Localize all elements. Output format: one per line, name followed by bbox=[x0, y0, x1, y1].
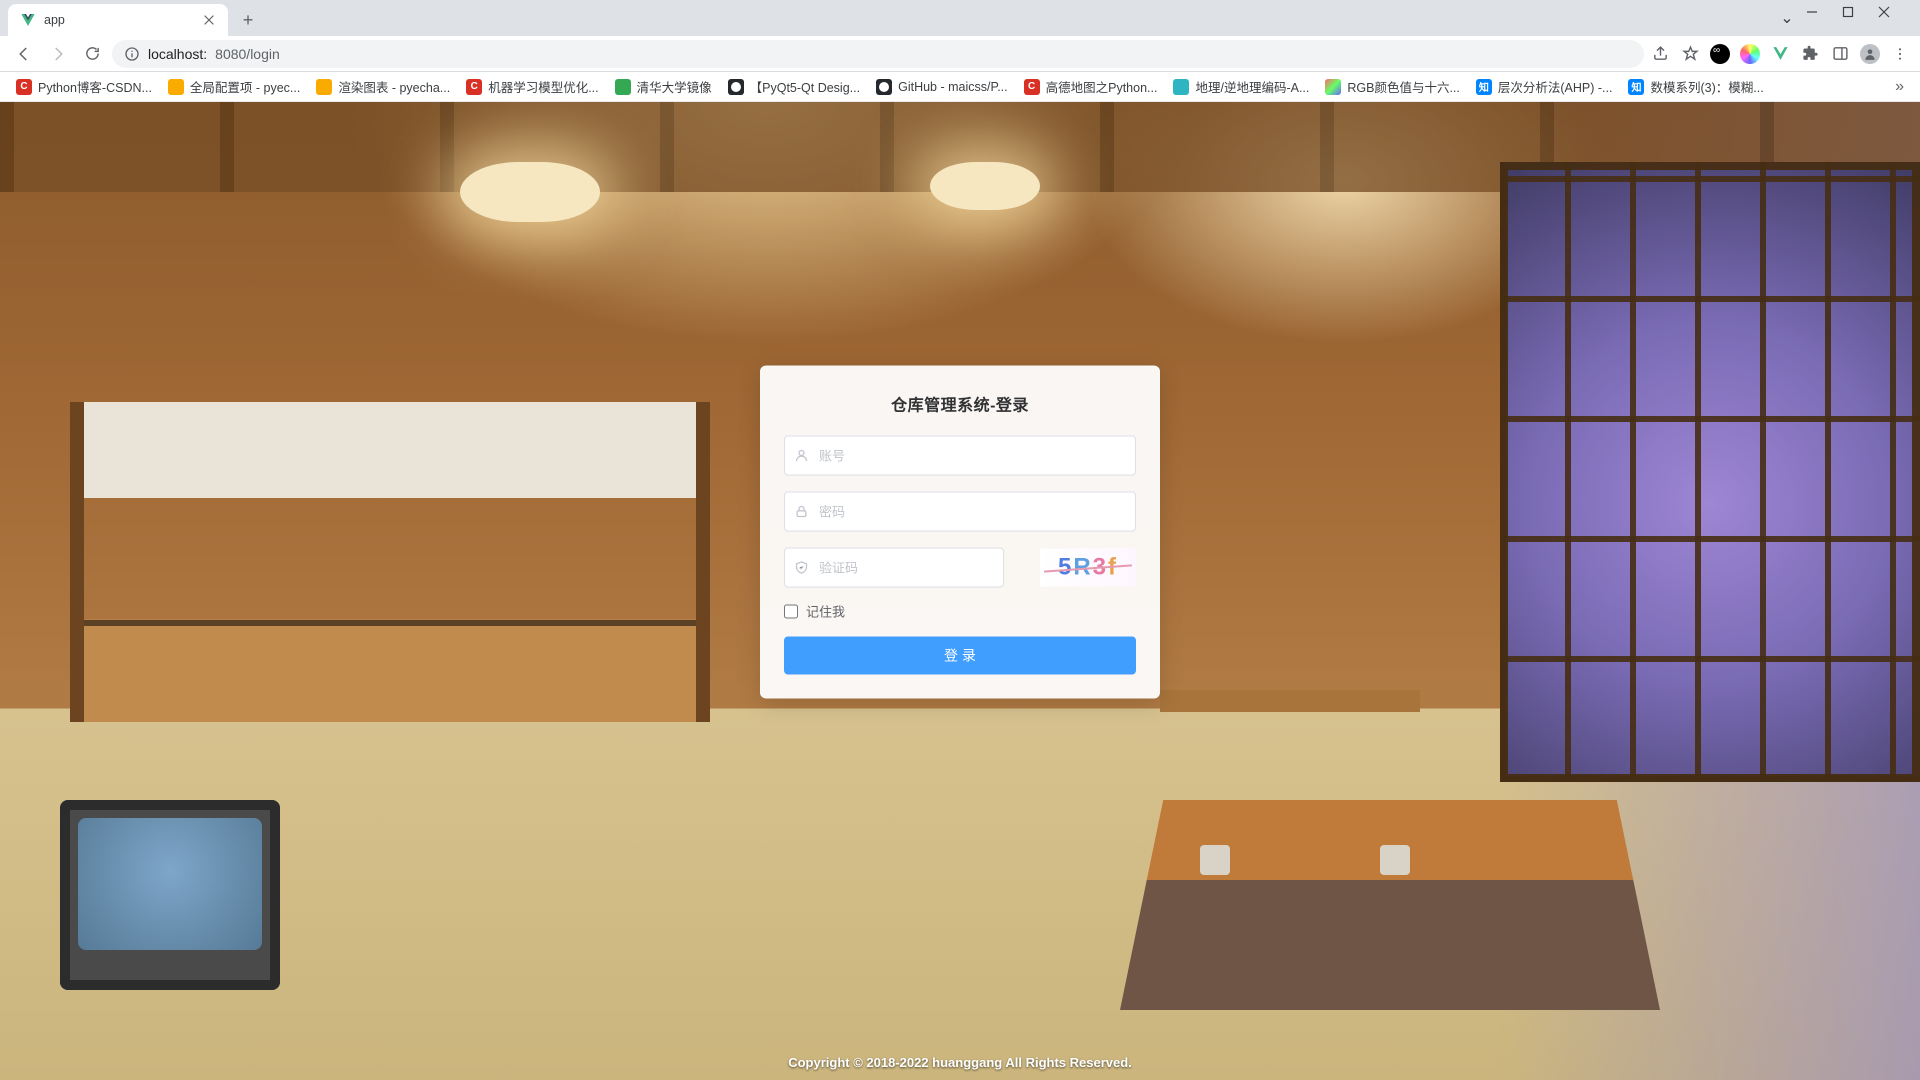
footer-copyright: Copyright © 2018-2022 huanggang All Righ… bbox=[0, 1055, 1920, 1070]
bookmark-favicon-icon: C bbox=[466, 79, 482, 95]
maximize-icon[interactable] bbox=[1842, 6, 1876, 30]
close-tab-icon[interactable] bbox=[202, 13, 216, 27]
bookmark-star-icon[interactable] bbox=[1680, 44, 1700, 64]
bookmark-label: 地理/逆地理编码-A... bbox=[1195, 77, 1309, 96]
bookmark-item[interactable]: 清华大学镜像 bbox=[609, 73, 718, 100]
extensions-icon[interactable] bbox=[1800, 44, 1820, 64]
bookmark-label: 机器学习模型优化... bbox=[488, 77, 598, 96]
bookmark-item[interactable]: 地理/逆地理编码-A... bbox=[1167, 73, 1315, 100]
share-icon[interactable] bbox=[1650, 44, 1670, 64]
side-panel-icon[interactable] bbox=[1830, 44, 1850, 64]
remember-me-label: 记住我 bbox=[806, 602, 845, 621]
bookmark-favicon-icon bbox=[168, 79, 184, 95]
bookmark-bar: C Python博客-CSDN... 全局配置项 - pyec... 渲染图表 - p… bbox=[0, 72, 1920, 102]
remember-me-checkbox[interactable] bbox=[784, 604, 798, 618]
bookmark-label: 【PyQt5-Qt Desig... bbox=[750, 77, 860, 96]
bookmark-item[interactable]: 全局配置项 - pyec... bbox=[162, 73, 306, 100]
bg-window bbox=[1500, 162, 1920, 782]
bookmark-favicon-icon bbox=[1173, 79, 1189, 95]
tab-title: app bbox=[44, 13, 65, 27]
browser-toolbar: localhost: 8080/login bbox=[0, 36, 1920, 72]
captcha-image[interactable]: 5R3f bbox=[1040, 549, 1136, 587]
tab-search-icon[interactable]: ⌄ bbox=[1770, 6, 1804, 30]
bookmark-item[interactable]: RGB颜色值与十六... bbox=[1319, 73, 1466, 100]
url-path: 8080/login bbox=[215, 46, 280, 62]
url-host: localhost: bbox=[148, 46, 207, 62]
bookmark-label: 全局配置项 - pyec... bbox=[190, 77, 300, 96]
bookmark-favicon-icon: C bbox=[1024, 79, 1040, 95]
bookmark-label: 数模系列(3)：模糊... bbox=[1650, 77, 1763, 96]
bookmark-favicon-icon: C bbox=[16, 79, 32, 95]
lock-icon bbox=[794, 504, 809, 519]
bookmark-favicon-icon: 知 bbox=[1628, 79, 1644, 95]
bg-tv bbox=[60, 800, 280, 990]
shield-icon bbox=[794, 560, 809, 575]
bookmark-item[interactable]: 【PyQt5-Qt Desig... bbox=[722, 73, 866, 100]
bg-lamp bbox=[930, 162, 1040, 210]
username-input[interactable] bbox=[784, 436, 1136, 476]
bookmark-label: 高德地图之Python... bbox=[1046, 77, 1158, 96]
captcha-field-wrap bbox=[784, 548, 1026, 588]
bookmark-label: Python博客-CSDN... bbox=[38, 77, 152, 96]
new-tab-button[interactable]: + bbox=[234, 6, 262, 34]
bookmark-favicon-icon bbox=[615, 79, 631, 95]
window-controls: ⌄ bbox=[1770, 6, 1920, 36]
site-info-icon[interactable] bbox=[124, 46, 140, 62]
browser-titlebar: app + ⌄ bbox=[0, 0, 1920, 36]
captcha-row: 5R3f bbox=[784, 548, 1136, 588]
bookmark-favicon-icon: 知 bbox=[1476, 79, 1492, 95]
bookmark-overflow-icon[interactable]: » bbox=[1889, 78, 1910, 96]
extension-vue-icon[interactable] bbox=[1770, 44, 1790, 64]
bookmark-favicon-icon bbox=[316, 79, 332, 95]
toolbar-actions bbox=[1650, 44, 1910, 64]
user-icon bbox=[794, 448, 809, 463]
bookmark-label: 渲染图表 - pyecha... bbox=[338, 77, 450, 96]
login-card: 仓库管理系统-登录 5R3f bbox=[760, 366, 1160, 699]
bookmark-label: 层次分析法(AHP) -... bbox=[1498, 77, 1613, 96]
captcha-input[interactable] bbox=[784, 548, 1004, 588]
minimize-icon[interactable] bbox=[1806, 6, 1840, 30]
bg-lamp bbox=[460, 162, 600, 222]
bookmark-label: RGB颜色值与十六... bbox=[1347, 77, 1460, 96]
bookmark-favicon-icon bbox=[728, 79, 744, 95]
remember-me-wrap[interactable]: 记住我 bbox=[784, 602, 1136, 621]
bookmark-label: GitHub - maicss/P... bbox=[898, 80, 1008, 94]
kebab-menu-icon[interactable] bbox=[1890, 44, 1910, 64]
password-field-wrap bbox=[784, 492, 1136, 532]
page-content: 仓库管理系统-登录 5R3f bbox=[0, 102, 1920, 1080]
reload-button[interactable] bbox=[78, 40, 106, 68]
login-button[interactable]: 登 录 bbox=[784, 637, 1136, 675]
extension-arduino-icon[interactable] bbox=[1710, 44, 1730, 64]
username-field-wrap bbox=[784, 436, 1136, 476]
bookmark-item[interactable]: 知数模系列(3)：模糊... bbox=[1622, 73, 1769, 100]
bg-kitchen bbox=[70, 402, 710, 722]
bookmark-favicon-icon bbox=[876, 79, 892, 95]
bg-cups bbox=[1190, 815, 1450, 875]
back-button[interactable] bbox=[10, 40, 38, 68]
bookmark-item[interactable]: GitHub - maicss/P... bbox=[870, 75, 1014, 99]
bookmark-item[interactable]: C 高德地图之Python... bbox=[1018, 73, 1164, 100]
bookmark-label: 清华大学镜像 bbox=[637, 77, 712, 96]
login-title: 仓库管理系统-登录 bbox=[784, 392, 1136, 416]
profile-avatar-icon[interactable] bbox=[1860, 44, 1880, 64]
browser-tab[interactable]: app bbox=[8, 4, 228, 36]
close-window-icon[interactable] bbox=[1878, 6, 1912, 30]
bookmark-item[interactable]: 知层次分析法(AHP) -... bbox=[1470, 73, 1619, 100]
address-bar[interactable]: localhost: 8080/login bbox=[112, 40, 1644, 68]
password-input[interactable] bbox=[784, 492, 1136, 532]
extension-rainbow-icon[interactable] bbox=[1740, 44, 1760, 64]
bookmark-item[interactable]: 渲染图表 - pyecha... bbox=[310, 73, 456, 100]
bookmark-item[interactable]: C 机器学习模型优化... bbox=[460, 73, 604, 100]
bookmark-favicon-icon bbox=[1325, 79, 1341, 95]
vue-favicon-icon bbox=[20, 12, 36, 28]
forward-button[interactable] bbox=[44, 40, 72, 68]
bookmark-item[interactable]: C Python博客-CSDN... bbox=[10, 73, 158, 100]
